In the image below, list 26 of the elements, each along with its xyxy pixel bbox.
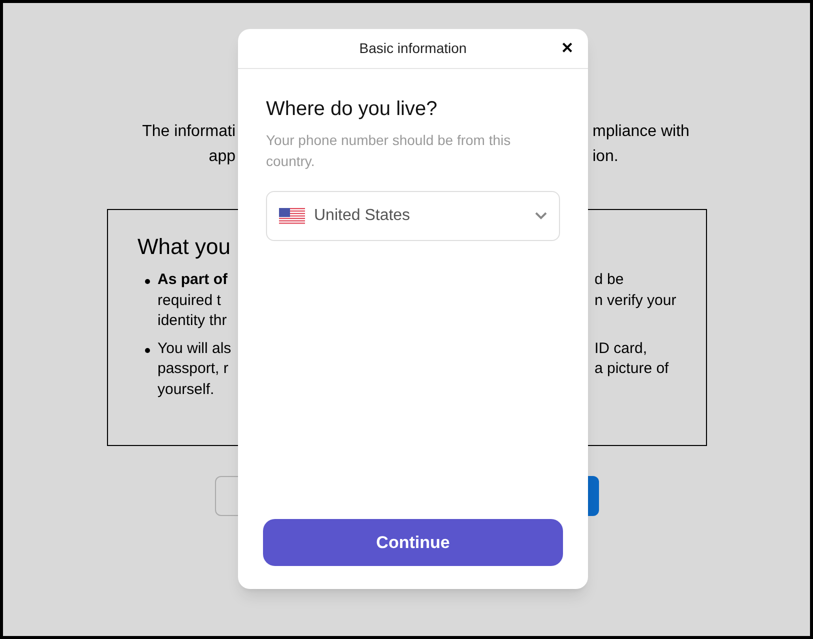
country-select[interactable]: United States [266, 191, 560, 241]
modal-description: Your phone number should be from this country. [266, 131, 512, 171]
info-text: You will als [158, 340, 232, 356]
info-text: yourself. [158, 380, 214, 398]
country-value: United States [314, 206, 412, 226]
info-text: n verify your [594, 292, 676, 308]
info-title: What you [138, 233, 232, 261]
modal-heading: Where do you live? [266, 97, 438, 122]
bullet-icon [145, 348, 150, 352]
continue-button[interactable]: Continue [263, 519, 563, 566]
intro-text: The informati [142, 122, 236, 142]
intro-text: mpliance with [592, 123, 690, 140]
info-text: required t [158, 292, 221, 308]
info-text: a picture of [594, 360, 669, 377]
intro-text: ion. [592, 148, 618, 165]
close-button[interactable]: ✕ [561, 39, 574, 59]
bullet-icon [145, 279, 150, 284]
modal-title: Basic information [359, 39, 467, 58]
flag-icon [279, 208, 305, 224]
info-text: identity thr [158, 312, 227, 329]
info-text: passport, r [158, 360, 228, 377]
intro-text: app [208, 147, 236, 167]
info-text: ID card, [594, 340, 648, 356]
info-text: As part of [158, 271, 228, 288]
info-text: d be [594, 271, 624, 288]
chevron-icon [535, 212, 547, 220]
